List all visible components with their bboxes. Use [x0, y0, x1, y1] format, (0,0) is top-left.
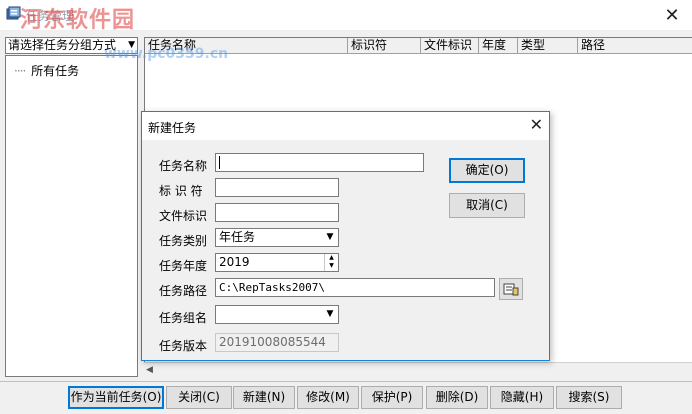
group-mode-value: 请选择任务分组方式 — [8, 38, 117, 52]
spin-down-icon[interactable]: ▼ — [325, 262, 338, 270]
task-name-input[interactable] — [215, 153, 424, 172]
task-version-label: 任务版本 — [159, 339, 208, 353]
set-current-task-button[interactable]: 作为当前任务(O) — [68, 386, 164, 409]
new-task-button[interactable]: 新建(N) — [233, 386, 295, 409]
year-spin-buttons[interactable]: ▲ ▼ — [324, 254, 338, 271]
bottom-toolbar: 作为当前任务(O) 关闭(C) 新建(N) 修改(M) 保护(P) 删除(D) … — [0, 381, 692, 414]
modify-task-button[interactable]: 修改(M) — [297, 386, 359, 409]
spin-up-icon[interactable]: ▲ — [325, 254, 338, 262]
text-cursor — [219, 156, 220, 169]
close-task-button[interactable]: 关闭(C) — [166, 386, 232, 409]
column-header-path[interactable]: 路径 — [578, 38, 692, 54]
delete-task-button[interactable]: 删除(D) — [426, 386, 488, 409]
chevron-down-icon: ▼ — [128, 40, 135, 50]
file-id-label: 文件标识 — [159, 209, 208, 223]
protect-task-button[interactable]: 保护(P) — [361, 386, 423, 409]
dialog-close-icon[interactable]: ✕ — [530, 115, 543, 134]
app-window: 任务管理 河东软件园 ✕ www.pc0359.cn 请选择任务分组方式 ▼ ·… — [0, 0, 692, 414]
column-header-type[interactable]: 类型 — [518, 38, 578, 54]
dialog-title-bar: 新建任务 ✕ — [142, 112, 549, 140]
task-id-label: 标 识 符 — [159, 184, 203, 198]
task-tree[interactable]: ···· 所有任务 — [5, 55, 138, 377]
task-year-spinner[interactable]: 2019 ▲ ▼ — [215, 253, 339, 272]
column-header-id[interactable]: 标识符 — [348, 38, 421, 54]
close-icon: ✕ — [664, 4, 680, 26]
task-year-label: 任务年度 — [159, 259, 208, 273]
task-group-label: 任务组名 — [159, 311, 208, 325]
horizontal-scrollbar[interactable]: ◀ — [144, 362, 692, 378]
tree-connector: ···· — [14, 64, 26, 78]
group-mode-select[interactable]: 请选择任务分组方式 ▼ — [5, 37, 138, 54]
hide-task-button[interactable]: 隐藏(H) — [490, 386, 554, 409]
task-type-label: 任务类别 — [159, 234, 208, 248]
column-header-name[interactable]: 任务名称 — [145, 38, 348, 54]
cancel-button[interactable]: 取消(C) — [449, 193, 525, 218]
file-id-input[interactable] — [215, 203, 339, 222]
dialog-title: 新建任务 — [148, 121, 197, 135]
watermark-text: 河东软件园 — [20, 8, 136, 33]
browse-folder-button[interactable] — [499, 278, 523, 300]
ok-button[interactable]: 确定(O) — [449, 158, 525, 183]
column-header-file[interactable]: 文件标识 — [421, 38, 479, 54]
scroll-left-icon[interactable]: ◀ — [146, 365, 153, 375]
task-type-select[interactable]: 年任务 ▼ — [215, 228, 339, 247]
title-bar: 任务管理 河东软件园 ✕ — [0, 0, 692, 33]
task-version-field: 20191008085544 — [215, 333, 339, 352]
task-name-label: 任务名称 — [159, 159, 208, 173]
search-task-button[interactable]: 搜索(S) — [556, 386, 622, 409]
new-task-dialog: 新建任务 ✕ 任务名称 标 识 符 文件标识 任务类别 年任务 ▼ 任务年度 2… — [141, 111, 550, 361]
task-path-input[interactable]: C:\RepTasks2007\ — [215, 278, 495, 297]
task-id-input[interactable] — [215, 178, 339, 197]
tree-node-all-tasks[interactable]: ···· 所有任务 — [14, 62, 79, 79]
chevron-down-icon[interactable]: ▼ — [322, 306, 338, 323]
chevron-down-icon[interactable]: ▼ — [322, 229, 338, 246]
column-header-year[interactable]: 年度 — [479, 38, 518, 54]
close-button[interactable]: ✕ — [652, 0, 692, 30]
tree-node-label: 所有任务 — [31, 64, 80, 78]
browse-folder-icon — [503, 283, 519, 296]
list-header: 任务名称 标识符 文件标识 年度 类型 路径 — [145, 38, 692, 54]
task-path-label: 任务路径 — [159, 284, 208, 298]
task-group-select[interactable]: ▼ — [215, 305, 339, 324]
